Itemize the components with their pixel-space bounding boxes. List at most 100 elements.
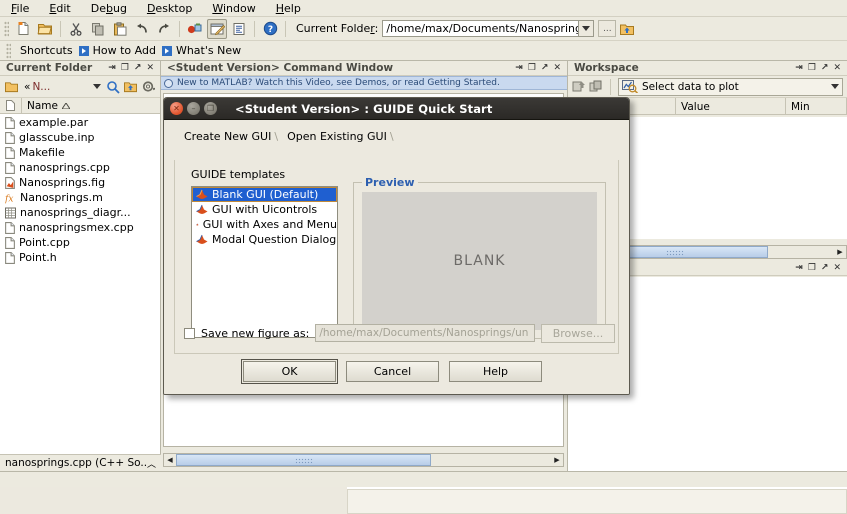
dialog-title-bar[interactable]: ✕ – ❐ <Student Version> : GUIDE Quick St…: [164, 98, 629, 120]
scroll-track[interactable]: [176, 454, 551, 466]
scroll-left-icon[interactable]: ◀: [164, 454, 176, 466]
file-name: Point.cpp: [19, 236, 70, 249]
tab-create-new-gui[interactable]: Create New GUI \: [180, 130, 283, 144]
ok-button[interactable]: OK: [241, 359, 338, 384]
undock-icon[interactable]: ↗: [134, 63, 142, 73]
list-item[interactable]: glasscube.inp: [0, 130, 160, 145]
file-name-column-header[interactable]: Name: [22, 100, 70, 112]
close-icon[interactable]: ✕: [170, 102, 183, 115]
new-variable-icon[interactable]: [572, 80, 586, 93]
maximize-icon[interactable]: ❐: [528, 63, 536, 73]
dock-icon[interactable]: ⇥: [795, 263, 803, 273]
scroll-right-icon[interactable]: ▶: [834, 246, 846, 258]
shortcut-whats-new[interactable]: What's New: [161, 44, 241, 57]
undock-icon[interactable]: ↗: [541, 63, 549, 73]
workspace-column-min[interactable]: Min: [786, 98, 847, 115]
guide-icon[interactable]: [207, 18, 227, 39]
current-folder-path-combo[interactable]: « N...: [22, 78, 103, 95]
document-icon: [5, 131, 15, 144]
scroll-right-icon[interactable]: ▶: [551, 454, 563, 466]
cut-icon[interactable]: [66, 19, 86, 39]
command-window-hscrollbar[interactable]: ◀ ▶: [163, 453, 564, 467]
file-list[interactable]: example.par glasscube.inp Makefile nanos…: [0, 114, 160, 466]
chevron-down-icon[interactable]: [831, 84, 839, 89]
close-icon[interactable]: ✕: [833, 63, 841, 73]
minimize-icon[interactable]: –: [187, 102, 200, 115]
browse-button[interactable]: Browse...: [541, 323, 615, 343]
document-icon: [5, 221, 15, 234]
dock-icon[interactable]: ⇥: [795, 63, 803, 73]
menu-item-debug[interactable]: Debug: [88, 1, 130, 16]
copy-icon[interactable]: [88, 19, 108, 39]
template-item-gui-with-uicontrols[interactable]: GUI with Uicontrols: [192, 202, 337, 217]
template-item-blank-gui[interactable]: Blank GUI (Default): [192, 187, 337, 202]
maximize-icon[interactable]: ❐: [808, 63, 816, 73]
help-button[interactable]: Help: [449, 361, 542, 382]
list-item[interactable]: nanospringsmex.cpp: [0, 220, 160, 235]
dock-icon[interactable]: ⇥: [515, 63, 523, 73]
list-item[interactable]: Nanosprings.fig: [0, 175, 160, 190]
dock-icon[interactable]: ⇥: [108, 63, 116, 73]
scroll-thumb[interactable]: [176, 454, 431, 466]
list-item[interactable]: Makefile: [0, 145, 160, 160]
close-icon[interactable]: ✕: [146, 63, 154, 73]
template-item-gui-with-axes-and-menu[interactable]: GUI with Axes and Menu: [192, 217, 337, 232]
open-file-icon[interactable]: [35, 19, 55, 39]
shortcuts-grip[interactable]: [6, 42, 11, 59]
close-icon[interactable]: ✕: [833, 263, 841, 273]
undo-icon[interactable]: [132, 19, 152, 39]
simulink-icon[interactable]: [185, 19, 205, 39]
workspace-column-value[interactable]: Value: [676, 98, 786, 115]
open-variable-icon[interactable]: [589, 80, 603, 93]
toolbar-grip[interactable]: [4, 20, 9, 37]
cancel-button[interactable]: Cancel: [346, 361, 439, 382]
redo-icon[interactable]: [154, 19, 174, 39]
main-toolbar: ? Current Folder: /home/max/Documents/Na…: [0, 17, 847, 41]
taskbar-left: [0, 487, 347, 514]
shortcuts-label: Shortcuts: [20, 44, 73, 57]
menu-item-window[interactable]: Window: [209, 1, 258, 16]
chevron-down-icon[interactable]: [93, 84, 101, 89]
search-icon[interactable]: [106, 80, 120, 94]
list-item[interactable]: nanosprings_diagr...: [0, 205, 160, 220]
paste-icon[interactable]: [110, 19, 130, 39]
list-item[interactable]: example.par: [0, 115, 160, 130]
maximize-icon[interactable]: ❐: [808, 263, 816, 273]
help-icon[interactable]: ?: [260, 19, 280, 39]
tab-divider: \: [274, 130, 279, 143]
plot-selector[interactable]: Select data to plot: [618, 77, 843, 96]
list-item[interactable]: fx Nanosprings.m: [0, 190, 160, 205]
list-item[interactable]: Point.h: [0, 250, 160, 265]
undock-icon[interactable]: ↗: [821, 63, 829, 73]
current-folder-input[interactable]: /home/max/Documents/Nanosprings: [382, 20, 580, 37]
list-item[interactable]: nanosprings.cpp: [0, 160, 160, 175]
guide-templates-list[interactable]: Blank GUI (Default) GUI with Uicontrols: [191, 186, 338, 338]
list-item[interactable]: Point.cpp: [0, 235, 160, 250]
maximize-icon[interactable]: ❐: [121, 63, 129, 73]
new-file-icon[interactable]: [13, 19, 33, 39]
profiler-icon[interactable]: [229, 19, 249, 39]
template-item-modal-question-dialog[interactable]: Modal Question Dialog: [192, 232, 337, 247]
file-name: example.par: [19, 116, 89, 129]
save-new-figure-checkbox[interactable]: [184, 327, 195, 339]
current-folder-dropdown-icon[interactable]: [579, 20, 595, 37]
file-name: Nanosprings.fig: [19, 176, 106, 189]
close-icon[interactable]: ✕: [553, 63, 561, 73]
save-new-figure-row: Save new figure as: /home/max/Documents/…: [184, 323, 615, 343]
menu-item-desktop[interactable]: Desktop: [144, 1, 195, 16]
browse-folder-button[interactable]: ...: [598, 20, 617, 37]
chevron-up-icon[interactable]: ︿: [147, 457, 161, 470]
folder-up-icon-2[interactable]: [123, 80, 138, 93]
gear-icon[interactable]: [141, 80, 156, 93]
undock-icon[interactable]: ↗: [821, 263, 829, 273]
shortcut-how-to-add[interactable]: How to Add: [78, 44, 156, 57]
maximize-icon[interactable]: ❐: [204, 102, 217, 115]
menu-item-edit[interactable]: Edit: [46, 1, 73, 16]
folder-up-icon[interactable]: [617, 19, 637, 39]
save-path-input[interactable]: /home/max/Documents/Nanosprings/un: [315, 324, 535, 342]
menu-item-file[interactable]: File: [8, 1, 32, 16]
current-folder-path-value: N...: [32, 80, 51, 93]
tab-open-existing-gui[interactable]: Open Existing GUI \: [283, 130, 398, 144]
menu-item-help[interactable]: Help: [273, 1, 304, 16]
matlab-logo-icon: [196, 189, 208, 199]
